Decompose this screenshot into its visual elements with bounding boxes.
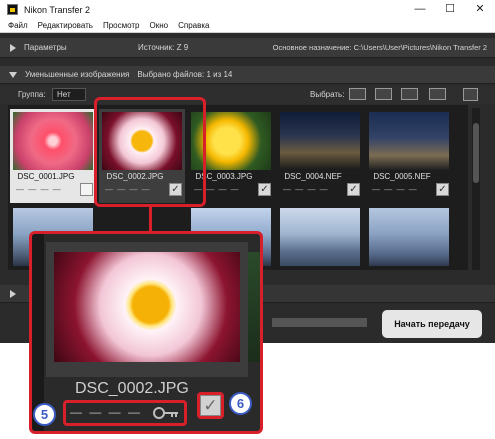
params-label: Параметры [24, 43, 67, 52]
maximize-button[interactable]: ☐ [435, 0, 465, 19]
start-transfer-button[interactable]: Начать передачу [382, 310, 482, 338]
select-checkbox[interactable] [80, 183, 93, 196]
photo-waterfront [280, 208, 360, 266]
expand-icon[interactable] [10, 289, 16, 298]
callout-number-5: 5 [33, 403, 56, 426]
file-name: DSC_0005.NEF [373, 172, 431, 181]
highlight-frame [94, 97, 206, 207]
menu-edit[interactable]: Редактировать [38, 21, 93, 30]
expand-icon[interactable] [10, 43, 16, 52]
select-checkbox[interactable]: ✓ [347, 183, 360, 196]
nikon-app-icon [7, 4, 18, 15]
photo-night-street [369, 112, 449, 170]
zoom-file-name: DSC_0002.JPG [75, 380, 189, 397]
select-checkbox[interactable]: ✓ [436, 183, 449, 196]
close-button[interactable]: ✕ [465, 0, 495, 19]
select-protected-icon[interactable] [401, 88, 418, 100]
thumbnail-item[interactable]: DSC_0005.NEF — — — — ✓ [366, 109, 452, 203]
info-dashes: — — — — [372, 185, 418, 194]
menu-file[interactable]: Файл [8, 21, 28, 30]
group-label: Группа: [18, 90, 46, 99]
scrollbar-thumb[interactable] [473, 123, 479, 183]
selected-count: Выбрано файлов: 1 из 14 [137, 70, 233, 79]
info-dashes: — — — — [16, 185, 62, 194]
thumbnail-toolbar: Группа: Нет Выбрать: [0, 86, 495, 104]
menu-window[interactable]: Окно [149, 21, 168, 30]
window-title: Nikon Transfer 2 [24, 4, 91, 15]
thumbnail-item[interactable]: DSC_0004.NEF — — — — ✓ [277, 109, 363, 203]
thumbnail-item[interactable]: DSC_0001.JPG — — — — [10, 109, 96, 203]
photo-night-city [280, 112, 360, 170]
callout-number-6: 6 [229, 392, 252, 415]
photo-skyline [369, 208, 449, 266]
params-panel-header[interactable]: Параметры Источник: Z 9 Основное назначе… [0, 38, 495, 58]
callout-connector [149, 207, 152, 232]
select-new-icon[interactable] [375, 88, 392, 100]
key-icon [153, 407, 178, 419]
zoom-select-checkbox[interactable]: ✓ [200, 395, 221, 416]
thumbnails-label: Уменьшенные изображения [25, 70, 130, 79]
file-name: DSC_0004.NEF [284, 172, 342, 181]
zoom-next-photo [248, 252, 260, 362]
info-dashes: — — — — [283, 185, 329, 194]
thumbnails-panel-header[interactable]: Уменьшенные изображения Выбрано файлов: … [0, 66, 495, 84]
select-checkbox[interactable]: ✓ [258, 183, 271, 196]
deselect-icon[interactable] [429, 88, 446, 100]
menu-bar: Файл Редактировать Просмотр Окно Справка [0, 19, 495, 33]
group-select[interactable]: Нет [52, 88, 86, 101]
trash-icon[interactable] [463, 88, 478, 101]
file-name: DSC_0001.JPG [17, 172, 75, 181]
zoom-photo-flower-bee [54, 252, 240, 362]
source-label: Источник: Z 9 [138, 43, 189, 52]
scrollbar[interactable] [472, 108, 480, 270]
progress-bar [272, 318, 367, 327]
menu-view[interactable]: Просмотр [103, 21, 140, 30]
destination-label: Основное назначение: C:\Users\User\Pictu… [272, 43, 487, 52]
photo-pink-dahlia [13, 112, 93, 170]
zoom-info-dashes: — — — — [70, 405, 143, 419]
select-all-icon[interactable] [349, 88, 366, 100]
menu-help[interactable]: Справка [178, 21, 209, 30]
select-label: Выбрать: [310, 90, 345, 99]
collapse-icon[interactable] [9, 71, 17, 78]
minimize-button[interactable]: — [405, 0, 435, 19]
title-bar: Nikon Transfer 2 — ☐ ✕ [0, 0, 495, 19]
zoom-callout: DSC_0002.JPG — — — — ✓ [29, 231, 263, 434]
